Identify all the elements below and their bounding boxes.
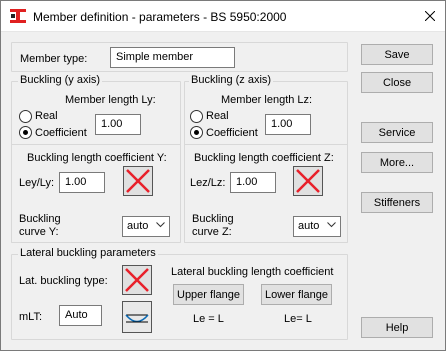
length-ly-field[interactable]: 1.00 — [95, 114, 141, 135]
lez-lz-field[interactable]: 1.00 — [230, 172, 276, 193]
stiffeners-button[interactable]: Stiffeners — [361, 192, 433, 213]
moment-diagram-icon — [125, 314, 149, 323]
length-lz-field[interactable]: 1.00 — [265, 114, 311, 135]
real-z-label: Real — [206, 110, 229, 122]
buckling-z-diagram-button[interactable] — [293, 166, 323, 196]
buckling-z-title: Buckling (z axis) — [189, 74, 274, 86]
service-button[interactable]: Service — [361, 122, 433, 143]
curve-y-label-1: Buckling — [19, 213, 61, 225]
curve-y-value: auto — [127, 220, 149, 232]
chevron-down-icon — [327, 222, 336, 228]
lower-flange-button[interactable]: Lower flange — [261, 284, 332, 305]
title-bar: Member definition - parameters - BS 5950… — [1, 1, 445, 32]
coefficient-y-radio[interactable] — [19, 126, 32, 139]
dialog-window: Member definition - parameters - BS 5950… — [0, 0, 446, 351]
chevron-down-icon — [156, 222, 165, 228]
lat-buckling-type-button[interactable] — [122, 265, 152, 295]
ley-ly-label: Ley/Ly: — [19, 177, 55, 189]
curve-y-label-2: curve Y: — [19, 226, 59, 238]
member-type-label: Member type: — [20, 53, 88, 65]
help-button[interactable]: Help — [361, 317, 433, 338]
coef-z-title: Buckling length coefficient Z: — [194, 152, 334, 164]
curve-z-label-2: curve Z: — [192, 226, 232, 238]
upper-flange-button[interactable]: Upper flange — [173, 284, 244, 305]
red-cross-icon — [296, 169, 320, 193]
mlt-diagram-button[interactable] — [122, 301, 152, 333]
curve-z-label-1: Buckling — [192, 213, 234, 225]
red-cross-icon — [126, 169, 150, 193]
member-length-ly-label: Member length Ly: — [65, 94, 156, 106]
le-upper-value: Le = L — [193, 313, 224, 325]
close-window-icon[interactable] — [416, 5, 444, 27]
real-y-radio[interactable] — [19, 110, 32, 123]
red-cross-icon — [125, 268, 149, 292]
coefficient-y-label: Coefficient — [35, 127, 87, 139]
member-type-field[interactable]: Simple member — [110, 47, 235, 68]
curve-y-select[interactable]: auto — [122, 216, 170, 237]
coef-y-title: Buckling length coefficient Y: — [27, 152, 167, 164]
window-title: Member definition - parameters - BS 5950… — [33, 10, 287, 24]
coefficient-z-radio[interactable] — [190, 126, 203, 139]
save-button[interactable]: Save — [361, 44, 433, 65]
curve-z-value: auto — [298, 220, 320, 232]
member-length-lz-label: Member length Lz: — [221, 94, 313, 106]
buckling-y-diagram-button[interactable] — [123, 166, 153, 196]
buckling-y-title: Buckling (y axis) — [18, 74, 103, 86]
curve-z-select[interactable]: auto — [293, 216, 341, 237]
app-icon — [10, 9, 26, 23]
le-lower-value: Le= L — [284, 313, 312, 325]
ley-ly-field[interactable]: 1.00 — [59, 172, 105, 193]
coefficient-z-label: Coefficient — [206, 127, 258, 139]
lateral-title: Lateral buckling parameters — [18, 247, 158, 259]
more-button[interactable]: More... — [361, 152, 433, 173]
close-button[interactable]: Close — [361, 72, 433, 93]
lez-lz-label: Lez/Lz: — [190, 177, 226, 189]
mlt-label: mLT: — [19, 311, 43, 323]
real-y-label: Real — [35, 110, 58, 122]
mlt-field[interactable]: Auto — [59, 305, 102, 326]
lateral-coef-title: Lateral buckling length coefficient — [171, 266, 334, 278]
lat-buckling-type-label: Lat. buckling type: — [19, 275, 108, 287]
real-z-radio[interactable] — [190, 110, 203, 123]
